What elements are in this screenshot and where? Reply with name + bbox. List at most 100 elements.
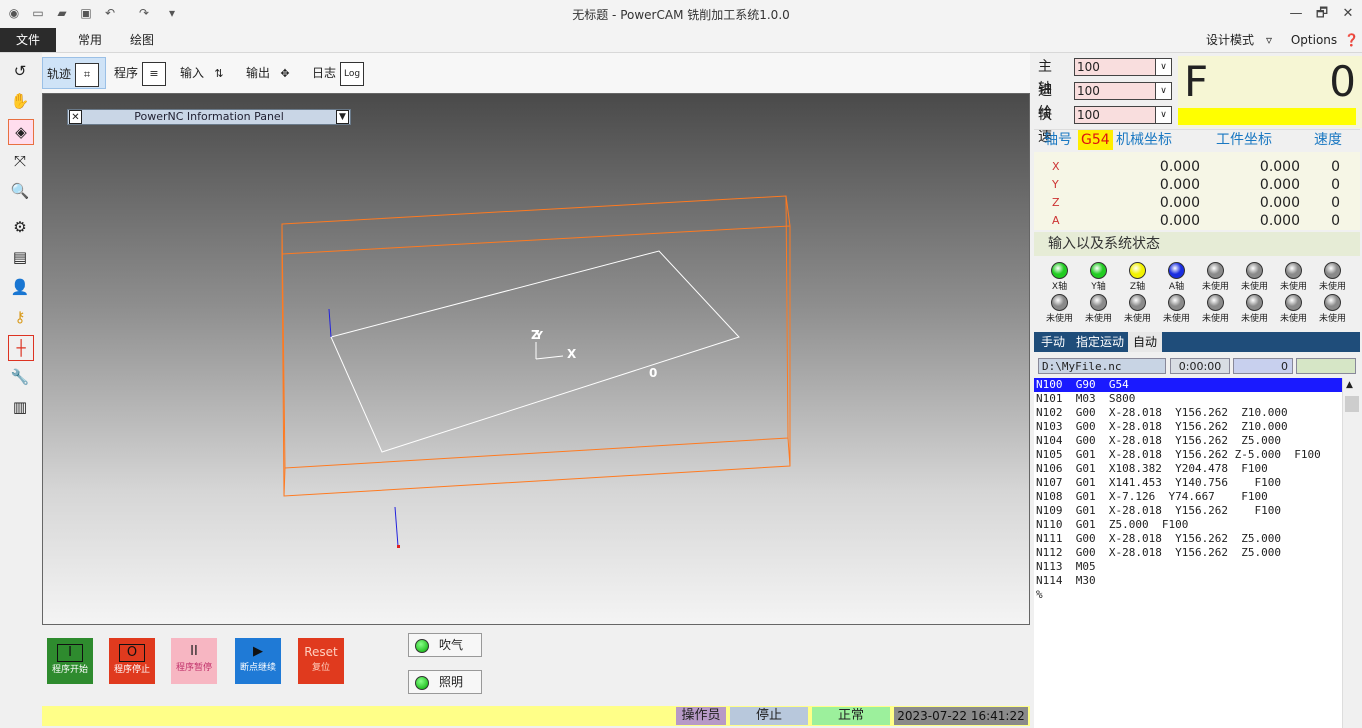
user-icon[interactable]: 👤 xyxy=(8,275,32,299)
chevron-down-icon[interactable]: ∨ xyxy=(1155,106,1172,124)
resume-breakpoint-button[interactable]: ▶ 断点继续 xyxy=(235,638,281,684)
coord-speed: 0 xyxy=(1331,177,1340,193)
zoom-fit-icon[interactable]: ⤧ xyxy=(8,149,32,173)
menu-draw[interactable]: 绘图 xyxy=(122,28,162,52)
gear-icon[interactable]: ⚙ xyxy=(8,215,32,239)
tab-auto[interactable]: 自动 xyxy=(1128,332,1162,352)
rotate-icon[interactable]: ↺ xyxy=(8,59,32,83)
chevron-down-icon[interactable]: ▿ xyxy=(1262,28,1276,52)
gcode-line[interactable]: N113 M05 xyxy=(1034,560,1342,574)
tab-log[interactable]: 日志 Log xyxy=(312,57,372,89)
gcode-line[interactable]: N103 G00 X-28.018 Y156.262 Z10.000 xyxy=(1034,420,1342,434)
toolpath-canvas: Z Y X 0 xyxy=(281,195,791,548)
program-start-button[interactable]: I 程序开始 xyxy=(47,638,93,684)
led-unused: 未使用 xyxy=(1235,262,1274,294)
gcode-line[interactable]: N108 G01 X-7.126 Y74.667 F100 xyxy=(1034,490,1342,504)
gcode-line[interactable]: N110 G01 Z5.000 F100 xyxy=(1034,518,1342,532)
lighting-button[interactable]: 照明 xyxy=(408,670,482,694)
status-datetime: 2023-07-22 16:41:22 xyxy=(894,707,1028,725)
led-x-axis: X轴 xyxy=(1040,262,1079,294)
gcode-line[interactable]: N101 M03 S800 xyxy=(1034,392,1342,406)
mode-tabs: 手动 指定运动 自动 xyxy=(1034,332,1360,352)
led-label: 未使用 xyxy=(1318,282,1346,292)
tool-marker-line xyxy=(394,506,399,547)
wrench-icon[interactable]: 🔧 xyxy=(8,365,32,389)
resume-breakpoint-label: 断点继续 xyxy=(239,663,276,673)
coord-work: 0.000 xyxy=(1259,159,1300,175)
led-indicator xyxy=(1090,294,1107,311)
coord-header-work: 工件坐标 xyxy=(1216,132,1272,148)
gcode-line[interactable]: % xyxy=(1034,588,1342,602)
gcode-line[interactable]: N104 G00 X-28.018 Y156.262 Z5.000 xyxy=(1034,434,1342,448)
led-unused: 未使用 xyxy=(1196,294,1235,326)
tab-specified-motion[interactable]: 指定运动 xyxy=(1072,332,1128,352)
3d-viewport[interactable]: ✕ PowerNC Information Panel ▼ Z Y X 0 xyxy=(42,93,1030,625)
gcode-line[interactable]: N112 G00 X-28.018 Y156.262 Z5.000 xyxy=(1034,546,1342,560)
trajectory-icon: ⌗ xyxy=(75,62,100,87)
coord-header-wcs[interactable]: G54 xyxy=(1078,130,1113,150)
coord-axis: A xyxy=(1052,214,1060,227)
pan-hand-icon[interactable]: ✋ xyxy=(8,89,32,113)
tab-input-label: 输入 xyxy=(180,66,205,80)
help-icon[interactable]: ❓ xyxy=(1344,28,1359,52)
led-indicator xyxy=(1285,294,1302,311)
stop-icon: O xyxy=(119,644,145,662)
led-label: 未使用 xyxy=(1162,314,1190,324)
restore-button[interactable]: 🗗 xyxy=(1308,4,1336,24)
coord-work: 0.000 xyxy=(1259,177,1300,193)
tab-output[interactable]: 输出 ✥ xyxy=(246,57,304,89)
menu-common[interactable]: 常用 xyxy=(70,28,110,52)
program-file-field[interactable]: D:\MyFile.nc xyxy=(1038,358,1166,374)
gcode-listing[interactable]: N100 G90 G54 N101 M03 S800 N102 G00 X-28… xyxy=(1034,378,1342,728)
tool-axis-line xyxy=(328,308,332,338)
gcode-line[interactable]: N105 G01 X-28.018 Y156.262 Z-5.000 F100 xyxy=(1034,448,1342,462)
gcode-line[interactable]: N106 G01 X108.382 Y204.478 F100 xyxy=(1034,462,1342,476)
gcode-line[interactable]: N102 G00 X-28.018 Y156.262 Z10.000 xyxy=(1034,406,1342,420)
zoom-icon[interactable]: 🔍 xyxy=(8,179,32,203)
scroll-up-icon[interactable]: ▲ xyxy=(1346,380,1353,390)
program-stop-button[interactable]: O 程序停止 xyxy=(109,638,155,684)
menu-file[interactable]: 文件 xyxy=(0,28,56,52)
tab-input[interactable]: 输入 ⇅ xyxy=(180,57,238,89)
close-button[interactable]: ✕ xyxy=(1334,4,1362,24)
air-blow-label: 吹气 xyxy=(439,638,464,652)
crosshair-icon[interactable]: ┼ xyxy=(8,335,34,361)
calculator-icon[interactable]: ▤ xyxy=(8,245,32,269)
coord-machine: 0.000 xyxy=(1159,177,1200,193)
elapsed-time: 0:00:00 xyxy=(1170,358,1230,374)
chevron-down-icon[interactable]: ∨ xyxy=(1155,82,1172,100)
gcode-line[interactable]: N114 M30 xyxy=(1034,574,1342,588)
tab-program[interactable]: 程序 ≡ xyxy=(114,57,168,89)
coord-axis: Y xyxy=(1052,178,1059,191)
reset-button[interactable]: Reset 复位 xyxy=(298,638,344,684)
spindle-select[interactable]: 100 xyxy=(1074,58,1158,76)
tab-trajectory[interactable]: 轨迹 ⌗ xyxy=(42,57,106,89)
coord-header-axis: 轴号 xyxy=(1044,132,1072,148)
led-unused: 未使用 xyxy=(1313,262,1352,294)
rapid-select[interactable]: 100 xyxy=(1074,106,1158,124)
program-pause-button[interactable]: II 程序暂停 xyxy=(171,638,217,684)
gcode-scrollbar[interactable]: ▲ xyxy=(1342,378,1361,728)
axis-label-y: Y xyxy=(534,329,544,342)
tools-icon[interactable]: ▥ xyxy=(8,395,32,419)
feed-select[interactable]: 100 xyxy=(1074,82,1158,100)
gcode-line[interactable]: N109 G01 X-28.018 Y156.262 F100 xyxy=(1034,504,1342,518)
chevron-down-icon[interactable]: ∨ xyxy=(1155,58,1172,76)
tool-marker-point xyxy=(397,545,400,548)
key-icon[interactable]: ⚷ xyxy=(8,305,32,329)
air-blow-button[interactable]: 吹气 xyxy=(408,633,482,657)
led-label: 未使用 xyxy=(1240,314,1268,324)
menu-design-mode[interactable]: 设计模式 xyxy=(1202,28,1258,52)
scroll-thumb[interactable] xyxy=(1345,396,1359,412)
view-orbit-icon[interactable]: ◈ xyxy=(8,119,34,145)
coord-speed: 0 xyxy=(1331,159,1340,175)
menu-options[interactable]: Options xyxy=(1286,28,1342,52)
gcode-line[interactable]: N107 G01 X141.453 Y140.756 F100 xyxy=(1034,476,1342,490)
minimize-button[interactable]: — xyxy=(1282,4,1310,24)
coord-row-z: Z 0.000 0.000 0 xyxy=(1034,194,1362,212)
status-health: 正常 xyxy=(812,707,890,725)
tab-manual[interactable]: 手动 xyxy=(1036,332,1070,352)
gcode-line[interactable]: N100 G90 G54 xyxy=(1034,378,1342,392)
led-label: Y轴 xyxy=(1091,282,1106,292)
gcode-line[interactable]: N111 G00 X-28.018 Y156.262 Z5.000 xyxy=(1034,532,1342,546)
